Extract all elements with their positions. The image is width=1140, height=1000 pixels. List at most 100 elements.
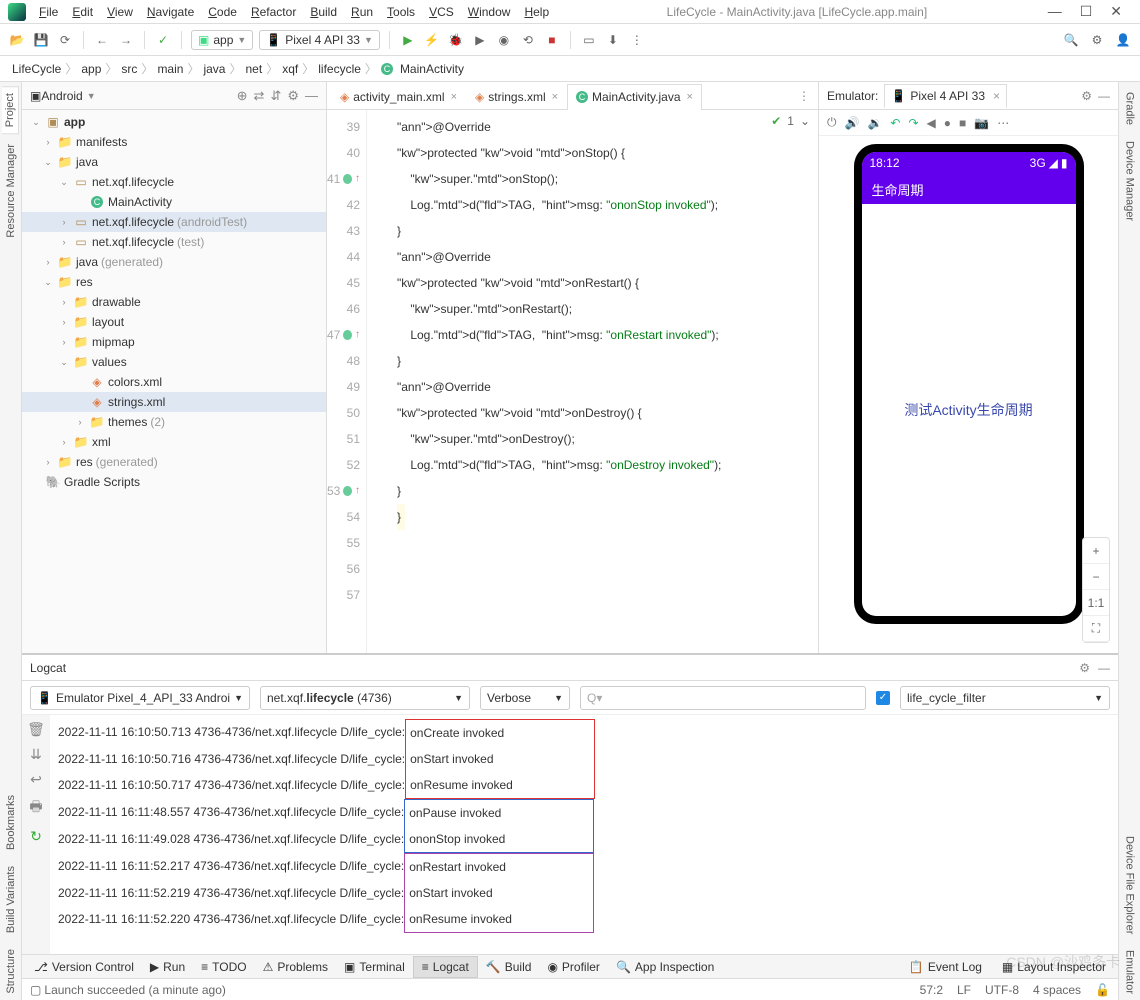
soft-wrap-icon[interactable]: ↩ [30,771,42,788]
run-icon[interactable]: ▶ [399,31,417,49]
line-separator[interactable]: LF [957,983,971,997]
twb-layout-inspector[interactable]: ▦Layout Inspector [994,957,1114,977]
emulator-tab[interactable]: 📱Pixel 4 API 33× [884,84,1007,108]
crumb-main[interactable]: main [157,62,183,76]
menu-vcs[interactable]: VCS [422,3,461,21]
menu-help[interactable]: Help [517,3,556,21]
phone-screen[interactable]: 18:123G◢▮ 生命周期 测试Activity生命周期 [862,152,1076,616]
twb-app-inspection[interactable]: 🔍App Inspection [608,957,722,977]
tree-java[interactable]: ›📁java(generated) [22,252,326,272]
twb-event-log[interactable]: 📋Event Log [901,957,990,977]
maximize-icon[interactable]: ☐ [1080,3,1093,20]
sync-icon[interactable]: ⟳ [56,31,74,49]
twb-logcat[interactable]: ≡Logcat [413,956,478,978]
tab-MainActivity-java[interactable]: CMainActivity.java× [567,84,702,110]
zoom-−[interactable]: − [1083,564,1109,590]
twb-version-control[interactable]: ⎇Version Control [26,957,142,977]
menu-edit[interactable]: Edit [65,3,100,21]
tree-net-xqf-lifecycle[interactable]: ›▭net.xqf.lifecycle(test) [22,232,326,252]
rotate-right-icon[interactable]: ↷ [908,116,918,130]
code-editor[interactable]: ✔1⌄ 394041 ↑424344454647 ↑484950515253 ↑… [327,110,818,653]
tree-mipmap[interactable]: ›📁mipmap [22,332,326,352]
menu-file[interactable]: File [32,3,65,21]
project-tree[interactable]: ⌄▣app›📁manifests⌄📁java⌄▭net.xqf.lifecycl… [22,110,326,653]
tree-app[interactable]: ⌄▣app [22,112,326,132]
volup-icon[interactable]: 🔊 [845,116,860,130]
twb-run[interactable]: ▶Run [142,957,193,977]
settings-icon[interactable]: ⚙ [287,88,299,104]
indent-info[interactable]: 4 spaces [1033,983,1081,997]
overview-icon[interactable]: ■ [959,116,966,130]
tree-values[interactable]: ⌄📁values [22,352,326,372]
logcat-process-selector[interactable]: net.xqf.lifecycle (4736)▼ [260,686,470,710]
stripe-structure[interactable]: Structure [3,943,19,1000]
logcat-output[interactable]: 2022-11-11 16:10:50.713 4736-4736/net.xq… [50,715,1118,954]
gear-icon[interactable]: ⚙ [1079,661,1090,675]
locate-icon[interactable]: ⊕ [237,88,248,104]
file-encoding[interactable]: UTF-8 [985,983,1019,997]
back-icon[interactable]: ← [93,31,111,49]
hide-icon[interactable]: — [1098,661,1110,675]
stripe-device-manager[interactable]: Device Manager [1122,135,1138,227]
readonly-icon[interactable]: 🔓 [1095,983,1110,997]
apply-changes-icon[interactable]: ⚡ [423,31,441,49]
menu-view[interactable]: View [100,3,140,21]
logcat-level-selector[interactable]: Verbose▼ [480,686,570,710]
device-selector[interactable]: 📱Pixel 4 API 33▼ [259,30,380,50]
hide-icon[interactable]: — [305,88,318,104]
power-icon[interactable]: ⏻ [827,115,837,130]
screenshot-icon[interactable]: 📷 [974,116,989,130]
tree-res[interactable]: ⌄📁res [22,272,326,292]
regex-checkbox[interactable]: ✓ [876,691,890,705]
stripe-gradle[interactable]: Gradle [1122,86,1138,131]
coverage-icon[interactable]: ▶ [471,31,489,49]
menu-run[interactable]: Run [344,3,380,21]
caret-position[interactable]: 57:2 [920,983,943,997]
stripe-device-file-explorer[interactable]: Device File Explorer [1122,830,1138,940]
crumb-src[interactable]: src [121,62,137,76]
project-mode[interactable]: Android [41,89,82,103]
logcat-search-input[interactable]: Q▾ [580,686,866,710]
search-icon[interactable]: 🔍 [1062,31,1080,49]
hide-icon[interactable]: — [1098,89,1110,103]
stop-icon[interactable]: ■ [543,31,561,49]
crumb-lifecycle[interactable]: LifeCycle [12,62,61,76]
menu-tools[interactable]: Tools [380,3,422,21]
tree-strings-xml[interactable]: ◈strings.xml [22,392,326,412]
gear-icon[interactable]: ⚙ [1081,89,1092,103]
hammer-icon[interactable]: ✓ [154,31,172,49]
stripe-resource-manager[interactable]: Resource Manager [3,138,19,244]
tree-layout[interactable]: ›📁layout [22,312,326,332]
tabs-more-icon[interactable]: ⋮ [790,89,818,103]
settings-icon[interactable]: ⚙ [1088,31,1106,49]
tree-drawable[interactable]: ›📁drawable [22,292,326,312]
tree-themes[interactable]: ›📁themes(2) [22,412,326,432]
stripe-emulator[interactable]: Emulator [1122,944,1138,1000]
crumb-java[interactable]: java [203,62,225,76]
avd-icon[interactable]: ▭ [580,31,598,49]
sdk-icon[interactable]: ⬇ [604,31,622,49]
profile-icon[interactable]: ◉ [495,31,513,49]
tree-net-xqf-lifecycle[interactable]: ⌄▭net.xqf.lifecycle [22,172,326,192]
more-icon[interactable]: ⋯ [997,116,1009,130]
tree-net-xqf-lifecycle[interactable]: ›▭net.xqf.lifecycle(androidTest) [22,212,326,232]
tree-java[interactable]: ⌄📁java [22,152,326,172]
editor-inspection-status[interactable]: ✔1⌄ [771,114,810,128]
trash-icon[interactable]: 🗑 [27,721,45,738]
crumb-mainactivity[interactable]: MainActivity [400,62,464,76]
tree-xml[interactable]: ›📁xml [22,432,326,452]
zoom-1:1[interactable]: 1:1 [1083,590,1109,616]
open-icon[interactable]: 📂 [8,31,26,49]
stripe-build-variants[interactable]: Build Variants [3,860,19,939]
collapse-icon[interactable]: ⇵ [270,88,281,104]
save-icon[interactable]: 💾 [32,31,50,49]
crumb-lifecycle[interactable]: lifecycle [318,62,361,76]
restart-icon[interactable]: ↻ [30,828,42,845]
zoom-⛶[interactable]: ⛶ [1083,616,1109,642]
forward-icon[interactable]: → [117,31,135,49]
voldown-icon[interactable]: 🔉 [867,116,882,130]
tab-strings-xml[interactable]: ◈strings.xml× [466,84,567,110]
twb-problems[interactable]: ⚠Problems [255,957,336,977]
twb-build[interactable]: 🔨Build [478,957,540,977]
zoom-+[interactable]: + [1083,538,1109,564]
